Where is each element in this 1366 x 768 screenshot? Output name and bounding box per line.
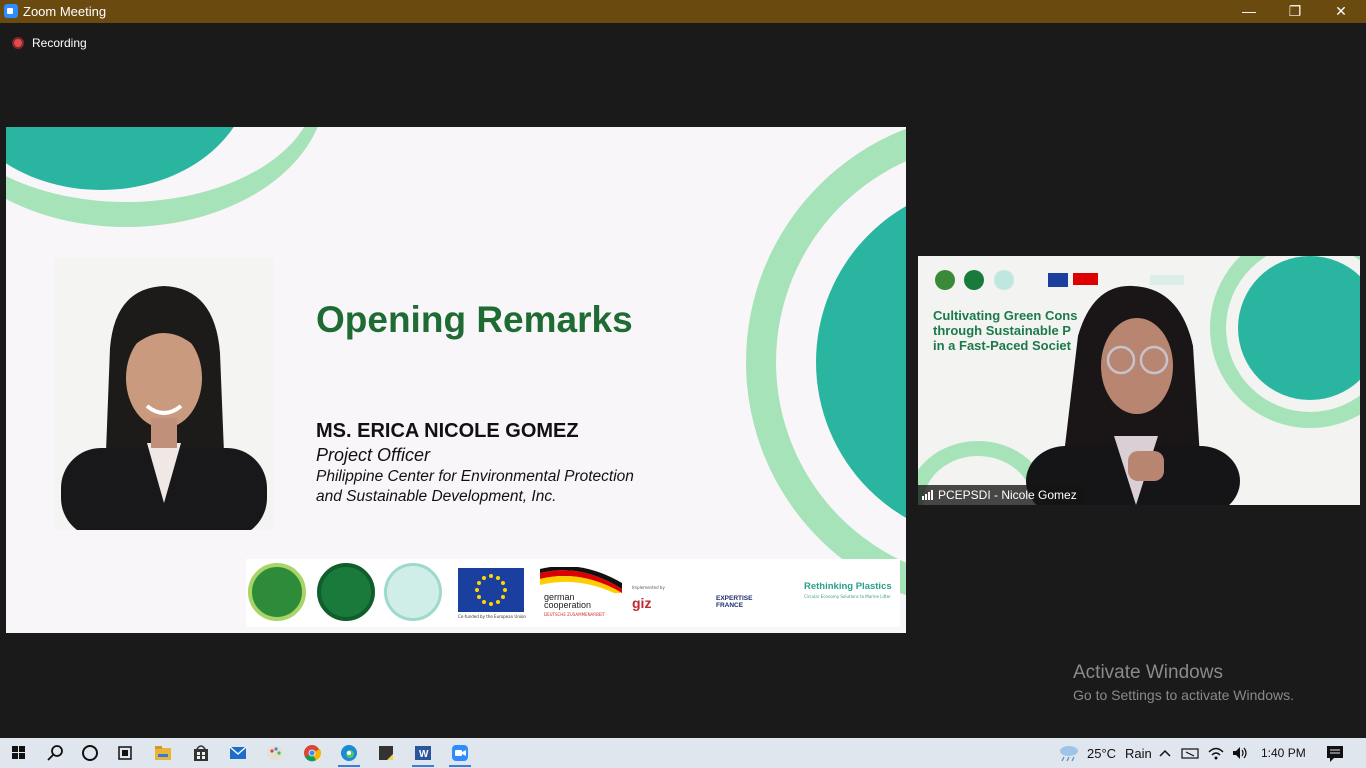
eu-flag-icon — [458, 568, 524, 612]
activate-windows-heading: Activate Windows — [1073, 662, 1223, 683]
weather-temperature[interactable]: 25°C — [1087, 746, 1116, 761]
vb-title-line-2: through Sustainable P — [933, 323, 1071, 338]
chrome-icon[interactable] — [295, 741, 329, 765]
activate-windows-subtext: Go to Settings to activate Windows. — [1073, 687, 1294, 703]
svg-text:W: W — [419, 749, 429, 760]
notifications-icon[interactable] — [1318, 741, 1352, 765]
wifi-icon[interactable] — [1204, 741, 1228, 765]
sustainable-packaging-logo — [384, 563, 442, 621]
participant-name: PCEPSDI - Nicole Gomez — [938, 488, 1077, 502]
search-icon[interactable] — [38, 741, 72, 765]
volume-icon[interactable] — [1228, 741, 1252, 765]
zoom-window: Zoom Meeting — ❐ ✕ Recording Opening Rem… — [0, 0, 1366, 768]
activate-windows-watermark: Activate Windows Go to Settings to activ… — [1073, 662, 1294, 703]
rethinking-plastics-sub: Circular Economy Solutions to Marine Lit… — [804, 594, 891, 599]
edge-icon[interactable] — [332, 741, 366, 767]
mail-icon[interactable] — [221, 741, 255, 765]
input-method-icon[interactable] — [1178, 741, 1202, 765]
speaker-role: Project Officer — [316, 445, 431, 465]
vb-title-line-3: in a Fast-Paced Societ — [933, 338, 1071, 353]
weather-rain-icon[interactable] — [1052, 741, 1086, 765]
speaker-name: MS. ERICA NICOLE GOMEZ — [316, 420, 579, 442]
vb-title-line-1: Cultivating Green Cons — [933, 308, 1078, 323]
minimize-button[interactable]: — — [1226, 0, 1272, 23]
giz-logo: giz — [632, 595, 652, 611]
slide-title: Opening Remarks — [316, 299, 633, 340]
green-choice-logo — [317, 563, 375, 621]
windows-start-icon[interactable] — [2, 741, 36, 765]
eu-caption: Co-funded by the European Union — [458, 614, 526, 619]
weather-description[interactable]: Rain — [1125, 746, 1152, 761]
clock-time[interactable]: 1:40 PM — [1261, 746, 1306, 760]
giz-implemented-by: Implemented by — [632, 585, 665, 590]
zoom-app-icon — [4, 4, 18, 18]
signal-strength-icon — [922, 490, 934, 500]
shared-screen-slide: Opening Remarks MS. ERICA NICOLE GOMEZ P… — [6, 127, 906, 633]
zoom-icon[interactable] — [443, 741, 477, 767]
file-explorer-icon[interactable] — [146, 741, 180, 765]
speaker-organization: Philippine Center for Environmental Prot… — [316, 467, 634, 507]
ef-line-1: EXPERTISE — [716, 595, 753, 602]
recording-dot-icon — [12, 37, 24, 49]
rethinking-plastics-logo: Rethinking Plastics — [804, 581, 892, 592]
title-bar: Zoom Meeting — ❐ ✕ — [0, 0, 1366, 23]
task-view-icon[interactable] — [108, 741, 142, 765]
german-sub: DEUTSCHE ZUSAMMENARBEIT — [544, 612, 605, 617]
german-cooperation-text: german cooperation — [544, 593, 592, 610]
german-flag-swoosh-icon — [540, 567, 622, 593]
speaker-photo — [55, 258, 273, 530]
pcepsdi-logo — [248, 563, 306, 621]
participant-name-label: PCEPSDI - Nicole Gomez — [918, 485, 1085, 505]
word-icon[interactable]: W — [406, 741, 440, 767]
store-icon[interactable] — [184, 741, 218, 765]
participant-video-tile[interactable]: Cultivating Green Cons through Sustainab… — [918, 256, 1360, 505]
organization-line-2: and Sustainable Development, Inc. — [316, 488, 557, 505]
expertise-france-logo: EXPERTISE FRANCE — [716, 595, 752, 609]
recording-label: Recording — [32, 36, 87, 50]
german-line-2: cooperation — [544, 600, 592, 610]
virtual-background-decoration — [918, 256, 1360, 505]
window-title: Zoom Meeting — [23, 4, 107, 19]
windows-taskbar: W 25°C Rain 1:40 PM — [0, 738, 1366, 768]
paint-icon[interactable] — [258, 741, 292, 765]
restore-button[interactable]: ❐ — [1272, 0, 1318, 23]
partner-logos: Co-funded by the European Union german c… — [246, 559, 900, 627]
organization-line-1: Philippine Center for Environmental Prot… — [316, 468, 634, 485]
close-button[interactable]: ✕ — [1318, 0, 1364, 23]
ef-line-2: FRANCE — [716, 602, 744, 609]
cortana-icon[interactable] — [73, 741, 107, 765]
chevron-up-icon[interactable] — [1153, 741, 1177, 765]
sticky-notes-icon[interactable] — [369, 741, 403, 765]
virtual-background-title: Cultivating Green Cons through Sustainab… — [933, 308, 1077, 353]
